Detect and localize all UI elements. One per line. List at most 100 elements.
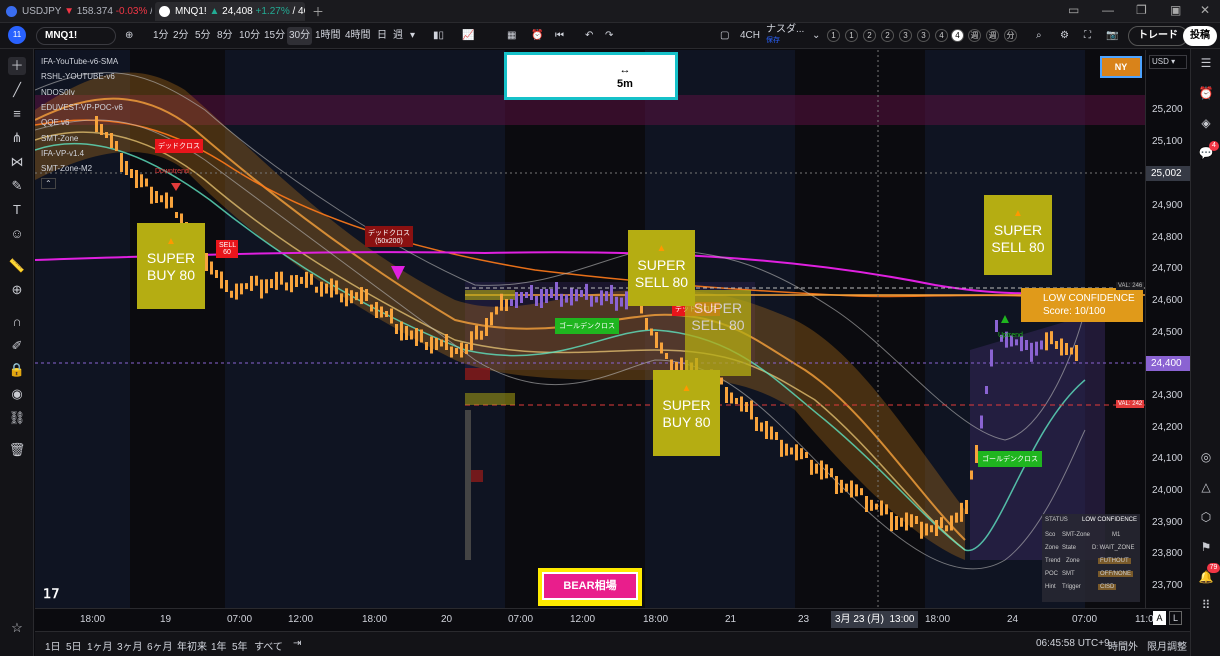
pattern-icon[interactable]: ⋈ (8, 153, 26, 171)
settings-icon[interactable]: ⚙ (1060, 27, 1069, 45)
range-1m[interactable]: 1ヶ月 (87, 638, 113, 653)
indicator-label[interactable]: NDOS0Iv (41, 88, 75, 97)
sync-button-5[interactable]: 3 (899, 29, 912, 42)
eye-icon[interactable]: ◉ (8, 385, 26, 403)
triangle-icon[interactable]: △ (1198, 479, 1214, 495)
target-icon[interactable]: ◎ (1198, 449, 1214, 465)
interval-30m[interactable]: 30分 (287, 27, 313, 45)
indicator-label[interactable]: SMT-Zone-M2 (41, 164, 92, 173)
tab-usdjpy[interactable]: USDJPY ▼ 158.374 -0.03% / \ (2, 2, 152, 21)
horizontal-lines-icon[interactable]: ≡ (8, 105, 26, 123)
redo-icon[interactable]: ↷ (605, 27, 613, 45)
brush-icon[interactable]: ✎ (8, 177, 26, 195)
flag-icon[interactable]: ⚑ (1198, 539, 1214, 555)
fullscreen-icon[interactable]: ⛶ (1084, 27, 1091, 45)
layout-label[interactable]: 4CH (740, 27, 760, 45)
symbol-search[interactable]: MNQ1! (36, 27, 116, 45)
clock[interactable]: 06:45:58 UTC+9 (1036, 638, 1110, 649)
interval-8m[interactable]: 8分 (217, 27, 233, 45)
trash-icon[interactable]: 🗑 (8, 441, 26, 459)
pitchfork-icon[interactable]: ⋔ (8, 129, 26, 147)
camera-icon[interactable]: 📷 (1106, 27, 1118, 45)
range-all[interactable]: すべて (254, 638, 283, 653)
new-tab-icon[interactable]: ＋ (312, 3, 324, 20)
magnet-icon[interactable]: ∩ (8, 313, 26, 331)
zoom-icon[interactable]: ⊕ (8, 281, 26, 299)
sync-button-4[interactable]: 2 (881, 29, 894, 42)
avatar[interactable]: 11 (8, 26, 26, 44)
indicator-label[interactable]: SMT-Zone (41, 134, 78, 143)
close-icon[interactable]: ✕ (1200, 3, 1210, 17)
range-6m[interactable]: 6ヶ月 (147, 638, 173, 653)
sync-button-9[interactable]: 週 (968, 29, 981, 42)
crosshair-icon[interactable]: ＋ (8, 57, 26, 75)
auto-scale-icon[interactable]: A (1153, 611, 1166, 625)
emoji-icon[interactable]: ☺ (8, 225, 26, 243)
range-ytd[interactable]: 年初来 (177, 638, 207, 653)
apps-icon[interactable]: ⠿ (1198, 597, 1214, 613)
interval-2m[interactable]: 2分 (173, 27, 189, 45)
sync-button-3[interactable]: 2 (863, 29, 876, 42)
indicator-label[interactable]: IFA-YouTube-v6-SMA (41, 57, 118, 66)
alerts-icon[interactable]: ⏰ (1198, 85, 1214, 101)
layers-icon[interactable]: ◈ (1198, 115, 1214, 131)
alert-icon[interactable]: ⏰ (531, 27, 543, 45)
chart-pane[interactable]: IFA-YouTube-v6-SMA RSHL-YOUTUBE-v6 NDOS0… (35, 50, 1145, 608)
maximize-icon[interactable]: ❐ (1136, 3, 1147, 17)
replay-icon[interactable]: ⏮ (555, 27, 564, 45)
sync-button-8[interactable]: 4 (951, 29, 964, 42)
minimize-icon[interactable]: — (1102, 3, 1114, 17)
interval-1m[interactable]: 1分 (153, 27, 169, 45)
interval-5m[interactable]: 5分 (195, 27, 211, 45)
indicators-icon[interactable]: 📈 (462, 27, 474, 45)
collapse-legend-icon[interactable]: ⌃ (41, 178, 56, 189)
templates-icon[interactable]: ▦ (507, 27, 516, 45)
indicator-label[interactable]: EDUVEST-VP-POC-v6 (41, 103, 123, 112)
sync-button-11[interactable]: 分 (1004, 29, 1017, 42)
cube-icon[interactable]: ⬡ (1198, 509, 1214, 525)
range-1y[interactable]: 1年 (211, 638, 227, 653)
chevron-down-icon[interactable]: ⌄ (812, 27, 820, 45)
interval-day[interactable]: 日 (377, 27, 387, 45)
lock-drawing-icon[interactable]: ✐ (8, 337, 26, 355)
indicator-label[interactable]: QQE v6 (41, 118, 69, 127)
contract-adjust[interactable]: 限月調整 (1147, 638, 1187, 653)
date-range-icon[interactable]: ⇥ (293, 638, 301, 649)
sync-button-10[interactable]: 週 (986, 29, 999, 42)
range-3m[interactable]: 3ヶ月 (117, 638, 143, 653)
ruler-icon[interactable]: 📏 (8, 257, 26, 275)
interval-4h[interactable]: 4時間 (345, 27, 371, 45)
restore-icon[interactable]: ▣ (1170, 3, 1181, 17)
add-symbol-icon[interactable]: ⊕ (125, 27, 133, 45)
text-icon[interactable]: T (8, 201, 26, 219)
candle-type-icon[interactable]: ▮▯ (433, 27, 444, 45)
sync-button-2[interactable]: 1 (845, 29, 858, 42)
sync-button-7[interactable]: 4 (935, 29, 948, 42)
link-icon[interactable]: ⛓ (8, 409, 26, 427)
tab-mnq[interactable]: MNQ1! ▲ 24,408 +1.27% / 4C (155, 2, 305, 21)
price-axis[interactable]: USD ▾ 25,200 25,100 24,900 24,800 24,700… (1116, 50, 1190, 608)
interval-week[interactable]: 週 (393, 27, 403, 45)
search-icon[interactable]: ⌕ (1036, 27, 1042, 45)
interval-15m[interactable]: 15分 (264, 27, 285, 45)
watchlist-icon[interactable]: ☰ (1198, 55, 1214, 71)
currency-selector[interactable]: USD ▾ (1149, 55, 1187, 69)
layout-square-icon[interactable]: ▢ (720, 27, 729, 45)
layout-icon[interactable]: ▭ (1068, 3, 1079, 17)
star-icon[interactable]: ☆ (8, 619, 26, 637)
session-status[interactable]: 時間外 (1108, 638, 1138, 653)
post-button[interactable]: 投稿 (1183, 26, 1217, 46)
sync-button-6[interactable]: 3 (917, 29, 930, 42)
range-5d[interactable]: 5日 (66, 638, 82, 653)
range-5y[interactable]: 5年 (232, 638, 248, 653)
interval-10m[interactable]: 10分 (239, 27, 260, 45)
chevron-down-icon[interactable]: ▾ (410, 27, 415, 45)
trendline-icon[interactable]: ╱ (8, 81, 26, 99)
lock-icon[interactable]: 🔒 (8, 361, 26, 379)
indicator-label[interactable]: RSHL-YOUTUBE-v6 (41, 72, 115, 81)
tradingview-logo-icon[interactable]: 𝟣𝟩 (43, 586, 60, 602)
interval-1h[interactable]: 1時間 (315, 27, 341, 45)
log-scale-icon[interactable]: L (1169, 611, 1182, 625)
indicator-label[interactable]: IFA-VP-v1.4 (41, 149, 84, 158)
trade-button[interactable]: トレード (1128, 26, 1188, 46)
